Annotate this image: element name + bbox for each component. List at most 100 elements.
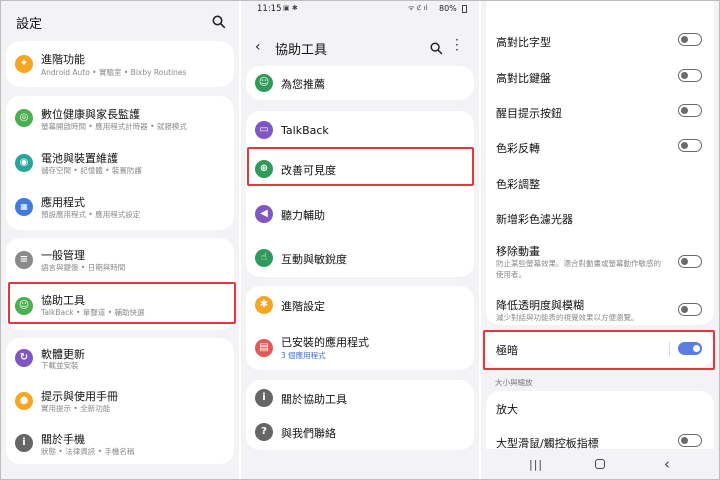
accessibility-panel: 11:15 ▣ ✱ ᯤ ℭ ıl 80% ‹ 協助工具 · · · ☺ 為您推薦 ▭… bbox=[241, 1, 479, 479]
settings-item-subtitle: Android Auto • 實驗室 • Bixby Routines bbox=[41, 68, 187, 77]
a11y-item-title: 已安裝的應用程式 bbox=[281, 336, 369, 349]
status-time: 11:15 bbox=[257, 4, 282, 14]
toggle-switch[interactable] bbox=[678, 69, 702, 82]
visibility-item-title: 醒目提示按鈕 bbox=[496, 107, 562, 120]
status-notification-icons: ▣ ✱ bbox=[283, 4, 298, 12]
visibility-item-title: 新增彩色濾光器 bbox=[496, 213, 573, 226]
page-title: 設定 bbox=[16, 17, 43, 32]
a11y-item-title: 與我們聯絡 bbox=[281, 427, 336, 440]
a11y-item-title: TalkBack bbox=[281, 124, 329, 137]
apps-icon: ▦ bbox=[15, 198, 33, 216]
settings-item-subtitle: 預設應用程式 • 應用程式設定 bbox=[41, 210, 141, 219]
a11y-item-advanced[interactable]: ✱ 進階設定 bbox=[246, 286, 474, 324]
hearing-icon: ◀ bbox=[255, 205, 273, 223]
settings-item-subtitle: 儲存空間 • 記憶體 • 裝置防護 bbox=[41, 166, 142, 175]
a11y-item-title: 進階設定 bbox=[281, 300, 325, 313]
settings-item-title: 數位健康與家長監護 bbox=[41, 108, 140, 121]
visibility-item-high-contrast-font[interactable]: 高對比字型 bbox=[486, 25, 714, 55]
advanced-settings-icon: ✱ bbox=[255, 296, 273, 314]
settings-item-subtitle: 語言與鍵盤 • 日期與時間 bbox=[41, 263, 126, 272]
a11y-item-hearing[interactable]: ◀ 聽力輔助 bbox=[246, 195, 474, 233]
a11y-item-title: 聽力輔助 bbox=[281, 209, 325, 222]
visibility-item-title: 高對比鍵盤 bbox=[496, 72, 551, 85]
a11y-group-about: i 關於協助工具 ? 與我們聯絡 bbox=[246, 380, 474, 450]
a11y-group-main: ▭ TalkBack ⊕ 改善可見度 ◀ 聽力輔助 ☝ 互動與敏銳度 bbox=[246, 111, 474, 277]
settings-group-support: ↻ 軟體更新 下載並安裝 ● 提示與使用手冊 實用提示 • 全新功能 i 關於手… bbox=[6, 338, 234, 464]
settings-item-title: 一般管理 bbox=[41, 249, 85, 262]
status-battery: 80% bbox=[439, 4, 457, 13]
a11y-item-subtitle: 3 個應用程式 bbox=[281, 351, 326, 360]
settings-group-device: ◎ 數位健康與家長監護 螢幕開啟時間 • 應用程式計時器 • 就寢模式 ◉ 電池… bbox=[6, 96, 234, 230]
visibility-item-highlight-buttons[interactable]: 醒目提示按鈕 bbox=[486, 95, 714, 127]
a11y-item-title: 為您推薦 bbox=[281, 78, 325, 91]
visibility-group: 高對比字型 高對比鍵盤 醒目提示按鈕 色彩反轉 色彩調整 新增彩色濾光器 移除動… bbox=[486, 1, 714, 325]
a11y-item-contact[interactable]: ? 與我們聯絡 bbox=[246, 415, 474, 450]
visibility-item-title: 高對比字型 bbox=[496, 36, 551, 49]
toggle-switch[interactable] bbox=[678, 33, 702, 46]
settings-item-advanced[interactable]: ✦ 進階功能 Android Auto • 實驗室 • Bixby Routin… bbox=[6, 41, 234, 87]
more-options-icon[interactable]: · · · bbox=[455, 34, 459, 56]
settings-item-tips[interactable]: ● 提示與使用手冊 實用提示 • 全新功能 bbox=[6, 380, 234, 422]
toggle-switch[interactable] bbox=[678, 104, 702, 117]
settings-item-apps[interactable]: ▦ 應用程式 預設應用程式 • 應用程式設定 bbox=[6, 185, 234, 229]
visibility-item-color-correction[interactable]: 色彩調整 bbox=[486, 167, 714, 199]
settings-item-software-update[interactable]: ↻ 軟體更新 下載並安裝 bbox=[6, 338, 234, 378]
search-icon[interactable] bbox=[212, 14, 226, 29]
recommended-icon: ☺ bbox=[255, 74, 273, 92]
a11y-item-talkback[interactable]: ▭ TalkBack bbox=[246, 111, 474, 149]
home-icon[interactable] bbox=[595, 459, 605, 469]
settings-item-general-management[interactable]: ≡ 一般管理 語言與鍵盤 • 日期與時間 bbox=[6, 238, 234, 282]
a11y-group-settings: ✱ 進階設定 ▤ 已安裝的應用程式 3 個應用程式 bbox=[246, 286, 474, 370]
software-update-icon: ↻ bbox=[15, 349, 33, 367]
settings-item-subtitle: 下載並安裝 bbox=[41, 361, 79, 370]
a11y-item-title: 關於協助工具 bbox=[281, 393, 347, 406]
visibility-item-high-contrast-keyboard[interactable]: 高對比鍵盤 bbox=[486, 61, 714, 91]
toggle-switch[interactable] bbox=[678, 434, 702, 447]
visibility-item-color-filter[interactable]: 新增彩色濾光器 bbox=[486, 201, 714, 233]
visibility-item-reduce-transparency[interactable]: 降低透明度與模糊 減少對話與功能表的視覺效果以方便瀏覽。 bbox=[486, 291, 714, 327]
settings-panel: 設定 ✦ 進階功能 Android Auto • 實驗室 • Bixby Rou… bbox=[1, 1, 239, 479]
visibility-item-remove-animations[interactable]: 移除動畫 防止某些螢幕效果。適合對動畫或螢幕動作敏感的使用者。 bbox=[486, 237, 714, 285]
settings-item-title: 提示與使用手冊 bbox=[41, 390, 118, 403]
recent-apps-icon[interactable]: ||| bbox=[529, 458, 543, 471]
settings-group-advanced: ✦ 進階功能 Android Auto • 實驗室 • Bixby Routin… bbox=[6, 41, 234, 87]
a11y-item-interaction[interactable]: ☝ 互動與敏銳度 bbox=[246, 239, 474, 277]
status-bar: 11:15 ▣ ✱ ᯤ ℭ ıl 80% bbox=[241, 1, 479, 17]
settings-item-title: 進階功能 bbox=[41, 53, 85, 66]
settings-item-title: 應用程式 bbox=[41, 196, 85, 209]
a11y-item-recommended[interactable]: ☺ 為您推薦 bbox=[246, 66, 474, 100]
visibility-item-subtitle: 減少對話與功能表的視覺效果以方便瀏覽。 bbox=[496, 313, 639, 322]
section-header: 大小與縮放 bbox=[495, 378, 533, 387]
toggle-switch[interactable] bbox=[678, 255, 702, 268]
settings-item-about-phone[interactable]: i 關於手機 狀態 • 法律資訊 • 手機名稱 bbox=[6, 423, 234, 463]
settings-item-battery[interactable]: ◉ 電池與裝置維護 儲存空間 • 記憶體 • 裝置防護 bbox=[6, 141, 234, 185]
about-icon: i bbox=[255, 389, 273, 407]
visibility-item-magnification[interactable]: 放大 bbox=[486, 391, 714, 423]
visibility-item-subtitle: 防止某些螢幕效果。適合對動畫或螢幕動作敏感的使用者。 bbox=[496, 259, 661, 279]
battery-icon bbox=[462, 5, 467, 13]
settings-item-wellbeing[interactable]: ◎ 數位健康與家長監護 螢幕開啟時間 • 應用程式計時器 • 就寢模式 bbox=[6, 96, 234, 140]
info-icon: i bbox=[15, 434, 33, 452]
search-icon[interactable] bbox=[430, 40, 443, 55]
visibility-item-title: 放大 bbox=[496, 403, 518, 416]
wellbeing-icon: ◎ bbox=[15, 109, 33, 127]
visibility-item-title: 色彩調整 bbox=[496, 178, 540, 191]
settings-item-subtitle: 螢幕開啟時間 • 應用程式計時器 • 就寢模式 bbox=[41, 122, 187, 131]
status-signal-icons: ᯤ ℭ ıl bbox=[408, 4, 428, 12]
back-nav-icon[interactable]: ‹ bbox=[664, 455, 670, 473]
highlight-box bbox=[8, 282, 236, 324]
toggle-switch[interactable] bbox=[678, 303, 702, 316]
a11y-item-about[interactable]: i 關於協助工具 bbox=[246, 380, 474, 415]
settings-item-title: 電池與裝置維護 bbox=[41, 152, 118, 165]
battery-care-icon: ◉ bbox=[15, 154, 33, 172]
a11y-item-title: 互動與敏銳度 bbox=[281, 253, 347, 266]
visibility-item-title: 色彩反轉 bbox=[496, 142, 540, 155]
a11y-item-installed-apps[interactable]: ▤ 已安裝的應用程式 3 個應用程式 bbox=[246, 326, 474, 370]
toggle-switch[interactable] bbox=[678, 139, 702, 152]
visibility-item-color-inversion[interactable]: 色彩反轉 bbox=[486, 131, 714, 163]
tips-icon: ● bbox=[15, 392, 33, 410]
star-gear-icon: ✦ bbox=[15, 55, 33, 73]
settings-item-subtitle: 狀態 • 法律資訊 • 手機名稱 bbox=[41, 447, 135, 456]
back-icon[interactable]: ‹ bbox=[255, 39, 261, 55]
highlight-box bbox=[247, 147, 474, 186]
